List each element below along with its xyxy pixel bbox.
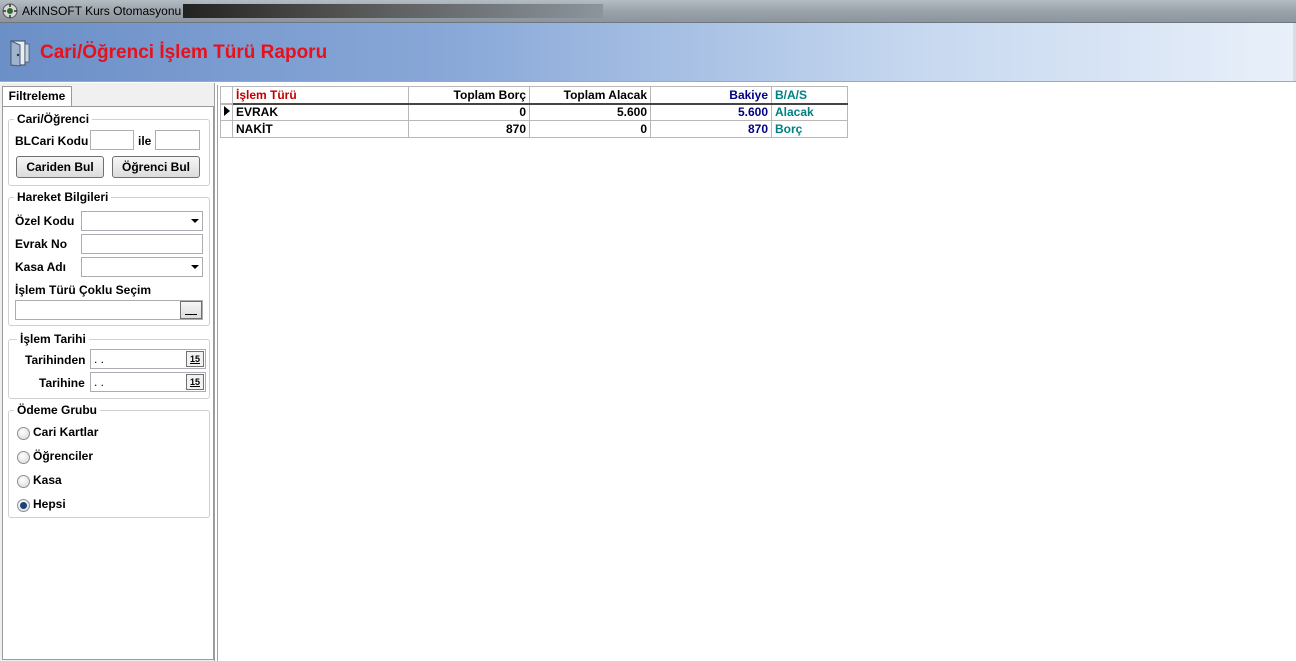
col-header-type[interactable]: İşlem Türü (232, 86, 409, 105)
date-group: İşlem Tarihi Tarihinden . . 15 Tarihine … (8, 332, 210, 399)
special-code-combo[interactable] (81, 211, 203, 231)
movement-group-legend: Hareket Bilgileri (14, 190, 112, 204)
row-indicator[interactable] (220, 103, 233, 121)
calendar-icon[interactable]: 15 (186, 374, 204, 390)
find-cari-button[interactable]: Cariden Bul (16, 156, 104, 178)
window-title: AKINSOFT Kurs Otomasyonu s (22, 4, 191, 18)
radio-kasa[interactable] (17, 475, 30, 488)
multi-select-input[interactable] (15, 300, 203, 320)
filter-tab-body: Cari/Öğrenci BLCari Kodu ile Cariden Bul… (2, 106, 214, 660)
cashbox-label: Kasa Adı (15, 260, 66, 274)
cari-code-to-input[interactable] (155, 130, 200, 150)
special-code-label: Özel Kodu (15, 214, 75, 228)
cell-balance[interactable]: 870 (650, 120, 772, 138)
radio-cari-kartlar-label[interactable]: Cari Kartlar (33, 425, 98, 439)
payment-group: Ödeme Grubu Cari Kartlar Öğrenciler Kasa… (8, 403, 210, 518)
col-header-bas[interactable]: B/A/S (771, 86, 848, 105)
movement-group: Hareket Bilgileri Özel Kodu Evrak No Kas… (8, 190, 210, 326)
cell-balance[interactable]: 5.600 (650, 103, 772, 121)
cell-type[interactable]: EVRAK (232, 103, 409, 121)
report-grid-area: İşlem Türü Toplam Borç Toplam Alacak Bak… (217, 85, 1296, 661)
radio-ogrenciler[interactable] (17, 451, 30, 464)
radio-ogrenciler-label[interactable]: Öğrenciler (33, 449, 93, 463)
ellipsis-button[interactable] (180, 301, 202, 319)
tab-filtreleme[interactable]: Filtreleme (2, 86, 72, 107)
date-to-label: Tarihine (39, 376, 85, 390)
report-door-icon (10, 40, 30, 67)
date-group-legend: İşlem Tarihi (17, 332, 89, 346)
find-student-button[interactable]: Öğrenci Bul (112, 156, 200, 178)
chevron-down-icon (191, 265, 199, 269)
cell-total-debit[interactable]: 870 (408, 120, 530, 138)
cari-code-range-label: ile (138, 134, 152, 148)
app-icon (2, 3, 18, 19)
multi-select-label: İşlem Türü Çoklu Seçim (15, 283, 152, 297)
cashbox-combo[interactable] (81, 257, 203, 277)
date-to-input[interactable]: . . 15 (90, 372, 206, 392)
col-header-total-credit[interactable]: Toplam Alacak (529, 86, 651, 105)
radio-kasa-label[interactable]: Kasa (33, 473, 62, 487)
chevron-down-icon (191, 219, 199, 223)
window-title-bar[interactable]: AKINSOFT Kurs Otomasyonu s (0, 0, 1296, 23)
date-from-input[interactable]: . . 15 (90, 349, 206, 369)
cari-code-from-input[interactable] (90, 130, 134, 150)
report-title: Cari/Öğrenci İşlem Türü Raporu (40, 42, 328, 63)
grid-header-row: İşlem Türü Toplam Borç Toplam Alacak Bak… (220, 86, 848, 105)
table-row[interactable]: NAKİT 870 0 870 Borç (220, 120, 848, 138)
date-from-label: Tarihinden (25, 353, 86, 367)
row-indicator-header (220, 86, 233, 105)
row-indicator[interactable] (220, 120, 233, 138)
calendar-icon[interactable]: 15 (186, 351, 204, 367)
table-row[interactable]: EVRAK 0 5.600 5.600 Alacak (220, 103, 848, 121)
col-header-balance[interactable]: Bakiye (650, 86, 772, 105)
cari-group-legend: Cari/Öğrenci (14, 112, 93, 126)
title-redacted-area (183, 4, 603, 18)
radio-cari-kartlar[interactable] (17, 427, 30, 440)
cell-total-credit[interactable]: 5.600 (529, 103, 651, 121)
current-row-arrow-icon (224, 106, 230, 117)
cell-bas[interactable]: Alacak (771, 103, 848, 121)
radio-hepsi-label[interactable]: Hepsi (33, 497, 66, 511)
cell-total-debit[interactable]: 0 (408, 103, 530, 121)
report-grid[interactable]: İşlem Türü Toplam Borç Toplam Alacak Bak… (220, 86, 848, 138)
filter-panel: Filtreleme Cari/Öğrenci BLCari Kodu ile … (0, 83, 215, 661)
cell-total-credit[interactable]: 0 (529, 120, 651, 138)
payment-group-legend: Ödeme Grubu (14, 403, 101, 417)
cell-bas[interactable]: Borç (771, 120, 848, 138)
radio-hepsi[interactable] (17, 499, 30, 512)
col-header-total-debit[interactable]: Toplam Borç (408, 86, 530, 105)
document-no-input[interactable] (81, 234, 203, 254)
cari-group: Cari/Öğrenci BLCari Kodu ile Cariden Bul… (8, 112, 210, 186)
document-no-label: Evrak No (15, 237, 68, 251)
cari-code-label: BLCari Kodu (15, 134, 89, 148)
cell-type[interactable]: NAKİT (232, 120, 409, 138)
report-header: Cari/Öğrenci İşlem Türü Raporu (0, 23, 1296, 82)
